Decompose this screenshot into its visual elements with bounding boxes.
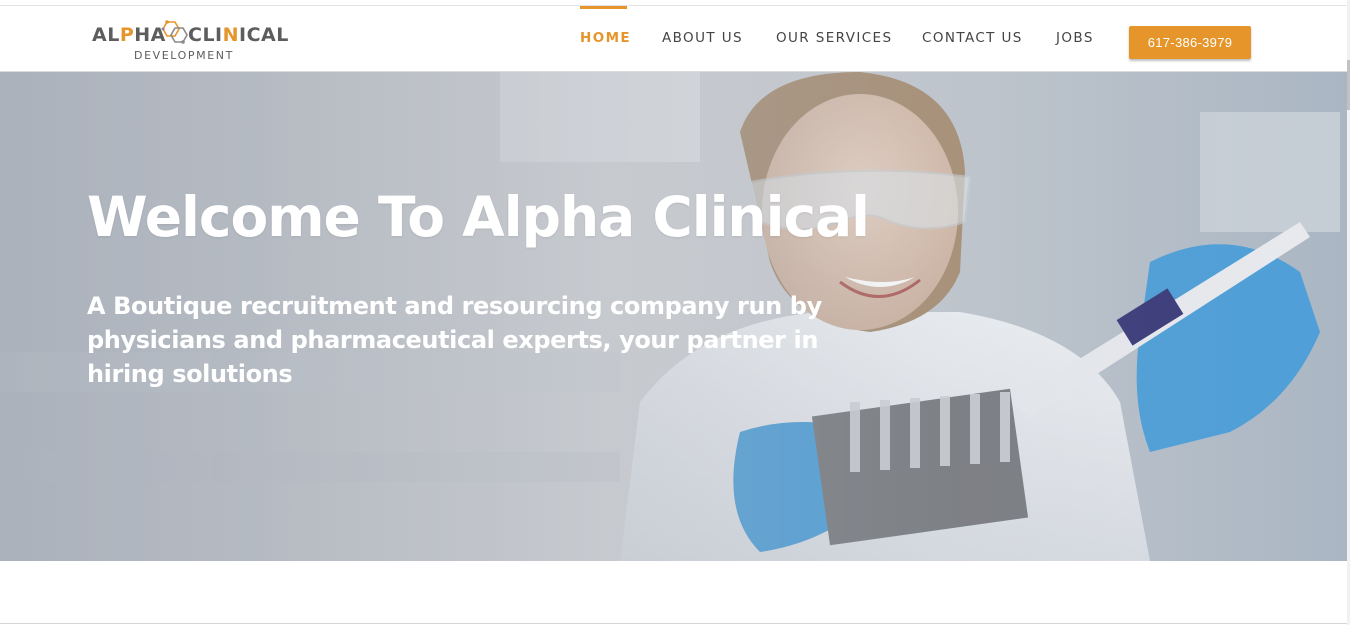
nav-about-us[interactable]: ABOUT US xyxy=(662,30,743,46)
nav-our-services[interactable]: OUR SERVICES xyxy=(776,30,892,46)
nav-contact-us[interactable]: CONTACT US xyxy=(922,30,1023,46)
active-indicator xyxy=(580,6,627,9)
phone-button[interactable]: 617-386-3979 xyxy=(1129,26,1251,59)
molecule-icon xyxy=(161,20,188,44)
nav-jobs[interactable]: JOBS xyxy=(1056,30,1094,46)
logo-word-right: CLINICAL xyxy=(188,24,289,46)
site-logo[interactable]: ALPHA CLINICAL DEVELOPMENT xyxy=(92,12,292,62)
nav-home[interactable]: HOME xyxy=(580,30,631,46)
logo-word-left: ALPHA xyxy=(92,24,166,46)
hero-banner: Welcome To Alpha Clinical A Boutique rec… xyxy=(0,72,1347,561)
section-divider xyxy=(0,623,1347,624)
hero-title: Welcome To Alpha Clinical xyxy=(87,185,870,249)
hero-subtitle: A Boutique recruitment and resourcing co… xyxy=(87,292,822,388)
site-header: ALPHA CLINICAL DEVELOPMENT HOME ABOUT US… xyxy=(0,6,1347,72)
logo-subtitle: DEVELOPMENT xyxy=(134,49,234,62)
